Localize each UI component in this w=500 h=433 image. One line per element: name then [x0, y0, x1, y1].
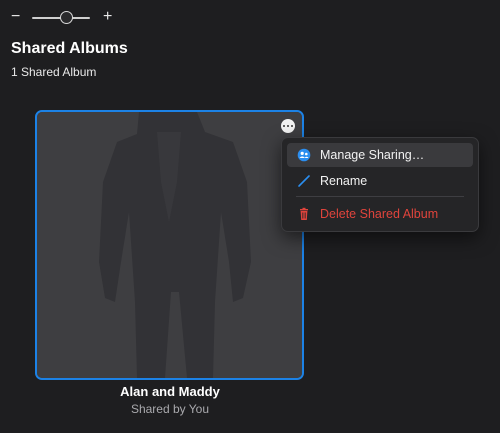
menu-item-rename[interactable]: Rename [287, 169, 473, 193]
album-context-menu: Manage Sharing… Rename Delete Shared Alb… [281, 137, 479, 232]
menu-item-label: Delete Shared Album [320, 207, 439, 221]
ellipsis-circle-icon[interactable] [281, 119, 295, 133]
album-cover-photo [37, 112, 302, 378]
album-tile[interactable] [35, 110, 304, 380]
menu-item-label: Rename [320, 174, 368, 188]
menu-item-delete-shared-album[interactable]: Delete Shared Album [287, 202, 473, 226]
page-title: Shared Albums [11, 40, 128, 57]
album-name: Alan and Maddy [120, 384, 220, 399]
album-owner: Shared by You [130, 402, 210, 416]
menu-divider [296, 196, 464, 197]
zoom-in-button[interactable]: + [103, 8, 112, 26]
menu-item-manage-sharing[interactable]: Manage Sharing… [287, 143, 473, 167]
zoom-control: − + [11, 8, 121, 26]
zoom-out-button[interactable]: − [11, 8, 20, 26]
album-count: 1 Shared Album [11, 65, 97, 79]
menu-item-label: Manage Sharing… [320, 148, 425, 162]
zoom-slider-knob[interactable] [60, 11, 74, 24]
trash-icon [297, 207, 311, 221]
pencil-icon [297, 174, 311, 188]
shared-people-icon [297, 148, 311, 162]
